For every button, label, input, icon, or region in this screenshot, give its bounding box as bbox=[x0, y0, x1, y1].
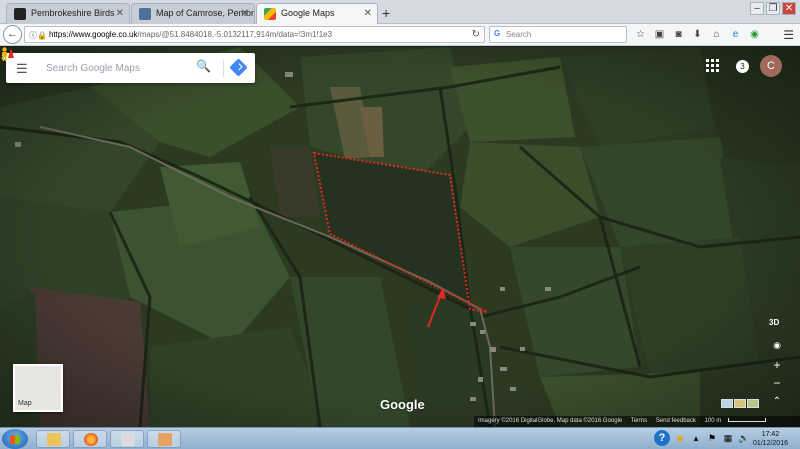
tab-map-of-camrose[interactable]: Map of Camrose, Pembrok... ✕ bbox=[131, 3, 255, 24]
map-footer: Imagery ©2016 DigitalGlobe, Map data ©20… bbox=[474, 416, 800, 427]
account-avatar[interactable]: C bbox=[760, 55, 782, 77]
scale-label[interactable]: 100 m bbox=[705, 418, 722, 424]
google-logo: Google bbox=[380, 397, 425, 412]
system-tray: ? ◉ ▴ ⚑ ▦ 🔊 bbox=[654, 430, 750, 446]
browser-nav-bar: ← ⓘ🔒 https://www.google.co.uk/maps/@51.8… bbox=[0, 24, 800, 46]
windows-taskbar: ? ◉ ▴ ⚑ ▦ 🔊 17:42 01/12/2016 bbox=[0, 427, 800, 449]
satellite-imagery bbox=[0, 47, 800, 427]
minimize-icon[interactable]: – bbox=[750, 2, 764, 15]
help-icon[interactable]: ? bbox=[654, 430, 670, 446]
clipboard-icon[interactable]: ▣ bbox=[653, 28, 666, 41]
expand-imagery-icon[interactable]: ⌃ bbox=[767, 394, 787, 410]
directions-icon[interactable] bbox=[229, 58, 248, 77]
close-tab-icon[interactable]: ✕ bbox=[241, 8, 249, 19]
bird-favicon-icon bbox=[14, 8, 26, 20]
clock-date: 01/12/2016 bbox=[752, 440, 788, 447]
map-view-label: Map bbox=[18, 400, 32, 407]
screen: Pembrokeshire Birds ✕ Map of Camrose, Pe… bbox=[0, 0, 800, 449]
show-hidden-icons[interactable]: ▴ bbox=[690, 432, 702, 444]
browser-search-placeholder: Search bbox=[506, 30, 532, 39]
menu-icon[interactable]: ☰ bbox=[783, 28, 794, 42]
system-clock[interactable]: 17:42 01/12/2016 bbox=[753, 430, 788, 448]
taskbar-paint[interactable] bbox=[147, 430, 181, 448]
terms-link[interactable]: Terms bbox=[631, 418, 647, 424]
firefox-icon bbox=[84, 433, 98, 446]
zoom-in-button[interactable]: + bbox=[767, 357, 787, 373]
url-host: https://www.google.co.uk bbox=[49, 30, 138, 39]
imagery-thumbnail[interactable] bbox=[747, 399, 759, 408]
browser-tab-bar: Pembrokeshire Birds ✕ Map of Camrose, Pe… bbox=[0, 0, 800, 24]
new-tab-button[interactable]: + bbox=[382, 5, 390, 21]
window-controls: – ❐ ✕ bbox=[750, 2, 796, 15]
download-icon[interactable]: ⬇ bbox=[691, 28, 704, 41]
back-button[interactable]: ← bbox=[3, 25, 22, 44]
home-icon[interactable]: ⌂ bbox=[710, 28, 723, 41]
divider bbox=[223, 60, 224, 77]
close-tab-icon[interactable]: ✕ bbox=[116, 8, 124, 19]
reload-icon[interactable]: ↻ bbox=[472, 29, 480, 40]
zoom-out-button[interactable]: − bbox=[767, 375, 787, 391]
bookmark-star-icon[interactable]: ☆ bbox=[634, 28, 647, 41]
tab-label: Pembrokeshire Birds bbox=[31, 8, 115, 18]
file-explorer-icon bbox=[47, 433, 61, 446]
restore-icon[interactable]: ❐ bbox=[766, 2, 780, 15]
network-icon[interactable]: ▦ bbox=[722, 432, 734, 444]
close-window-icon[interactable]: ✕ bbox=[782, 2, 796, 15]
url-path: /maps/@51.8484018,-5.0132117,914m/data=!… bbox=[137, 30, 333, 39]
camera-app-icon bbox=[121, 433, 135, 446]
my-location-icon[interactable]: ◉ bbox=[767, 337, 787, 353]
browser-search-bar[interactable]: G Search bbox=[489, 26, 627, 43]
flag-icon[interactable]: ⚑ bbox=[706, 432, 718, 444]
lock-icon[interactable]: ⓘ🔒 bbox=[29, 30, 47, 41]
notification-count[interactable]: 3 bbox=[736, 60, 749, 73]
send-feedback-link[interactable]: Send feedback bbox=[656, 418, 696, 424]
clock-time: 17:42 bbox=[761, 431, 780, 438]
taskbar-firefox[interactable] bbox=[73, 430, 107, 448]
paint-app-icon bbox=[158, 433, 172, 446]
toolbar-icons: ☆ ▣ ◙ ⬇ ⌂ e ◉ bbox=[634, 28, 761, 41]
maps-search-box: ☰ 🔍 bbox=[6, 53, 255, 83]
tab-label: Google Maps bbox=[281, 8, 335, 18]
volume-icon[interactable]: 🔊 bbox=[738, 432, 750, 444]
tab-pembrokeshire-birds[interactable]: Pembrokeshire Birds ✕ bbox=[6, 3, 130, 24]
imagery-thumbnails bbox=[721, 399, 759, 408]
url-bar[interactable]: ⓘ🔒 https://www.google.co.uk/maps/@51.848… bbox=[24, 26, 485, 43]
map-favicon-icon bbox=[139, 8, 151, 20]
satellite-map[interactable]: ☰ 🔍 3 C 3D ◉ + − ⌃ bbox=[0, 47, 800, 427]
imagery-thumbnail[interactable] bbox=[734, 399, 746, 408]
ie-icon[interactable]: e bbox=[729, 28, 742, 41]
pegman-icon[interactable] bbox=[0, 47, 9, 61]
close-tab-icon[interactable]: ✕ bbox=[364, 8, 372, 19]
google-search-engine-icon: G bbox=[494, 29, 501, 38]
start-button[interactable] bbox=[2, 429, 28, 449]
tray-app-icon[interactable]: ◉ bbox=[674, 432, 686, 444]
imagery-thumbnail[interactable] bbox=[721, 399, 733, 408]
tab-google-maps[interactable]: Google Maps ✕ bbox=[256, 3, 378, 24]
imagery-attribution: Imagery ©2016 DigitalGlobe, Map data ©20… bbox=[478, 418, 623, 424]
maps-search-input[interactable] bbox=[46, 60, 186, 76]
google-maps-favicon-icon bbox=[264, 8, 276, 20]
search-icon[interactable]: 🔍 bbox=[196, 59, 211, 73]
apps-grid-icon[interactable] bbox=[706, 59, 720, 73]
scale-bar bbox=[728, 418, 767, 423]
3d-toggle-button[interactable]: 3D bbox=[769, 318, 779, 327]
taskbar-camera[interactable] bbox=[110, 430, 144, 448]
taskbar-explorer[interactable] bbox=[36, 430, 70, 448]
pocket-icon[interactable]: ◙ bbox=[672, 28, 685, 41]
map-view-toggle[interactable]: Map bbox=[13, 364, 63, 412]
extension-icon[interactable]: ◉ bbox=[748, 28, 761, 41]
